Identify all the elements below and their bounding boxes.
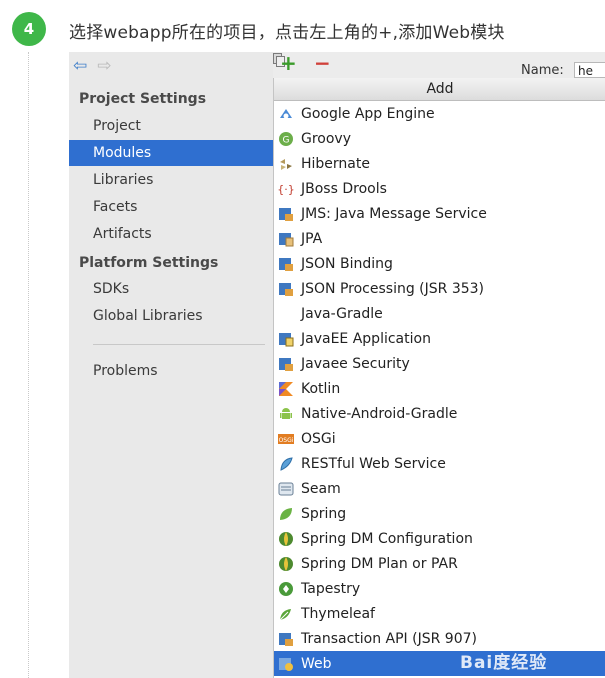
popup-item-label: Java-Gradle: [301, 305, 383, 322]
sidebar-item-facets[interactable]: Facets: [69, 194, 273, 220]
popup-item-thymeleaf[interactable]: Thymeleaf: [274, 601, 605, 626]
popup-item-seam[interactable]: Seam: [274, 476, 605, 501]
popup-item-label: RESTful Web Service: [301, 455, 446, 472]
spring-icon: [278, 506, 294, 522]
popup-item-spring-dm-plan[interactable]: Spring DM Plan or PAR: [274, 551, 605, 576]
restful-icon: [278, 456, 294, 472]
svg-text:G: G: [283, 135, 290, 145]
thymeleaf-icon: [278, 606, 294, 622]
popup-item-groovy[interactable]: G Groovy: [274, 126, 605, 151]
web-icon: [278, 656, 294, 672]
jms-icon: [278, 206, 294, 222]
popup-item-javaee-application[interactable]: JavaEE Application: [274, 326, 605, 351]
sidebar-item-problems[interactable]: Problems: [69, 358, 273, 384]
settings-sidebar: ⇦ ⇨ Project Settings Project Modules Lib…: [69, 52, 273, 678]
popup-item-label: JMS: Java Message Service: [301, 205, 487, 222]
jboss-drools-icon: {·}: [278, 181, 294, 197]
popup-item-label: Seam: [301, 480, 341, 497]
popup-item-spring[interactable]: Spring: [274, 501, 605, 526]
project-settings-header: Project Settings: [79, 91, 207, 107]
popup-item-label: JavaEE Application: [301, 330, 431, 347]
popup-item-web[interactable]: Web: [274, 651, 605, 676]
popup-item-kotlin[interactable]: Kotlin: [274, 376, 605, 401]
popup-item-label: Native-Android-Gradle: [301, 405, 458, 422]
svg-text:{·}: {·}: [278, 183, 294, 196]
sidebar-item-artifacts[interactable]: Artifacts: [69, 221, 273, 247]
step-number-badge: 4: [12, 12, 46, 46]
popup-item-label: Kotlin: [301, 380, 341, 397]
hibernate-icon: [278, 156, 294, 172]
popup-item-label: Web: [301, 655, 332, 672]
remove-module-button[interactable]: −: [314, 52, 331, 74]
json-binding-icon: [278, 256, 294, 272]
popup-item-label: Spring: [301, 505, 347, 522]
popup-item-label: OSGi: [301, 430, 336, 447]
popup-item-json-processing[interactable]: JSON Processing (JSR 353): [274, 276, 605, 301]
osgi-icon: OSGi: [278, 431, 294, 447]
popup-item-label: Thymeleaf: [301, 605, 375, 622]
name-label: Name:: [521, 63, 564, 78]
popup-item-label: Spring DM Plan or PAR: [301, 555, 458, 572]
popup-item-label: Javaee Security: [301, 355, 410, 372]
popup-item-jpa[interactable]: JPA: [274, 226, 605, 251]
sidebar-item-sdks[interactable]: SDKs: [69, 276, 273, 302]
popup-item-label: Google App Engine: [301, 105, 435, 122]
groovy-icon: G: [278, 131, 294, 147]
popup-item-osgi[interactable]: OSGi OSGi: [274, 426, 605, 451]
android-icon: [278, 406, 294, 422]
popup-item-restful-web-service[interactable]: RESTful Web Service: [274, 451, 605, 476]
json-processing-icon: [278, 281, 294, 297]
transaction-icon: [278, 631, 294, 647]
popup-item-label: Transaction API (JSR 907): [301, 630, 477, 647]
name-field[interactable]: he: [574, 62, 605, 78]
sidebar-item-modules[interactable]: Modules: [69, 140, 273, 166]
seam-icon: [278, 481, 294, 497]
project-structure-dialog: ⇦ ⇨ Project Settings Project Modules Lib…: [69, 52, 605, 678]
popup-item-label: Tapestry: [301, 580, 361, 597]
sidebar-item-libraries[interactable]: Libraries: [69, 167, 273, 193]
step-instruction: 选择webapp所在的项目，点击左上角的+,添加Web模块: [69, 23, 505, 43]
javaee-security-icon: [278, 356, 294, 372]
popup-item-spring-dm-configuration[interactable]: Spring DM Configuration: [274, 526, 605, 551]
sidebar-item-project[interactable]: Project: [69, 113, 273, 139]
javaee-application-icon: [278, 331, 294, 347]
popup-item-javaee-security[interactable]: Javaee Security: [274, 351, 605, 376]
kotlin-icon: [278, 381, 294, 397]
forward-arrow-icon[interactable]: ⇨: [97, 58, 111, 75]
sidebar-divider: [93, 344, 265, 345]
popup-item-label: JSON Binding: [301, 255, 393, 272]
back-arrow-icon[interactable]: ⇦: [73, 58, 87, 75]
spring-dm-icon: [278, 556, 294, 572]
google-app-engine-icon: [278, 106, 294, 122]
add-module-popup: Add Google App Engine G Groovy Hibernate…: [273, 78, 605, 678]
popup-item-hibernate[interactable]: Hibernate: [274, 151, 605, 176]
popup-header: Add: [274, 78, 605, 101]
popup-item-label: JBoss Drools: [301, 180, 387, 197]
popup-item-json-binding[interactable]: JSON Binding: [274, 251, 605, 276]
step-connector-line: [28, 52, 29, 678]
watermark: Bai度经验: [460, 653, 548, 673]
blank-icon: [278, 306, 294, 322]
popup-item-tapestry[interactable]: Tapestry: [274, 576, 605, 601]
popup-item-native-android-gradle[interactable]: Native-Android-Gradle: [274, 401, 605, 426]
sidebar-item-global-libraries[interactable]: Global Libraries: [69, 303, 273, 329]
popup-item-jms[interactable]: JMS: Java Message Service: [274, 201, 605, 226]
popup-item-label: Groovy: [301, 130, 351, 147]
popup-item-java-gradle[interactable]: Java-Gradle: [274, 301, 605, 326]
popup-item-label: Hibernate: [301, 155, 370, 172]
nav-arrows: ⇦ ⇨: [73, 58, 112, 75]
popup-item-google-app-engine[interactable]: Google App Engine: [274, 101, 605, 126]
spring-dm-icon: [278, 531, 294, 547]
module-toolbar: + − Name: he: [273, 52, 605, 78]
add-module-button[interactable]: +: [280, 52, 297, 74]
jpa-icon: [278, 231, 294, 247]
platform-settings-header: Platform Settings: [79, 255, 219, 271]
tapestry-icon: [278, 581, 294, 597]
popup-item-jboss-drools[interactable]: {·} JBoss Drools: [274, 176, 605, 201]
popup-item-transaction-api[interactable]: Transaction API (JSR 907): [274, 626, 605, 651]
svg-text:OSGi: OSGi: [279, 437, 294, 444]
popup-item-label: JSON Processing (JSR 353): [301, 280, 485, 297]
popup-item-label: Spring DM Configuration: [301, 530, 473, 547]
popup-item-label: JPA: [301, 230, 323, 247]
